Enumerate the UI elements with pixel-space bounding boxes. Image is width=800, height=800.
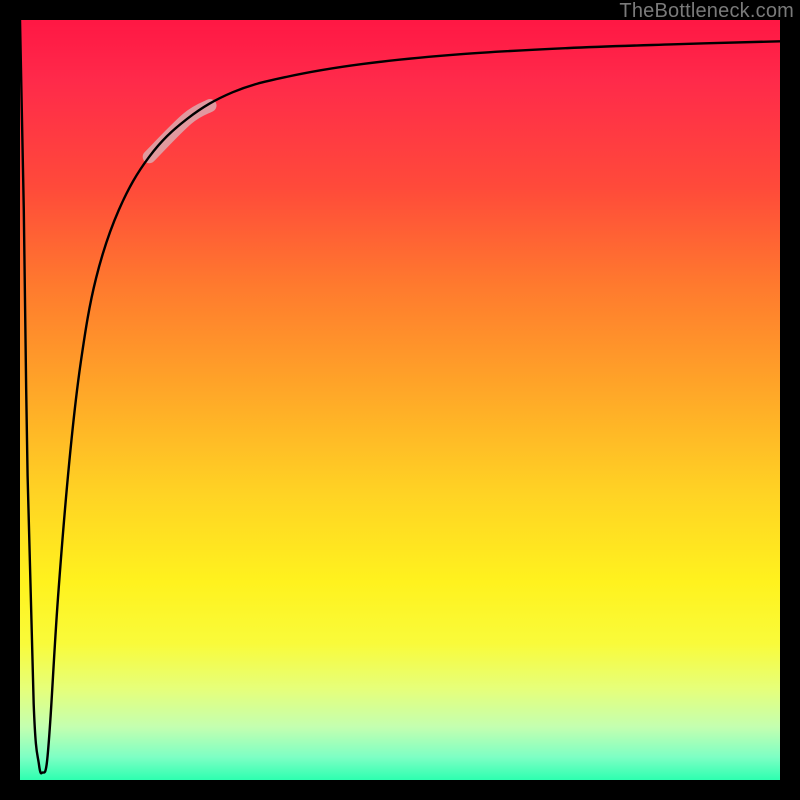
plot-area bbox=[20, 20, 780, 780]
bottleneck-curve bbox=[20, 20, 780, 773]
curve-highlight-segment bbox=[149, 106, 210, 157]
chart-container: TheBottleneck.com bbox=[0, 0, 800, 800]
curve-layer bbox=[20, 20, 780, 780]
